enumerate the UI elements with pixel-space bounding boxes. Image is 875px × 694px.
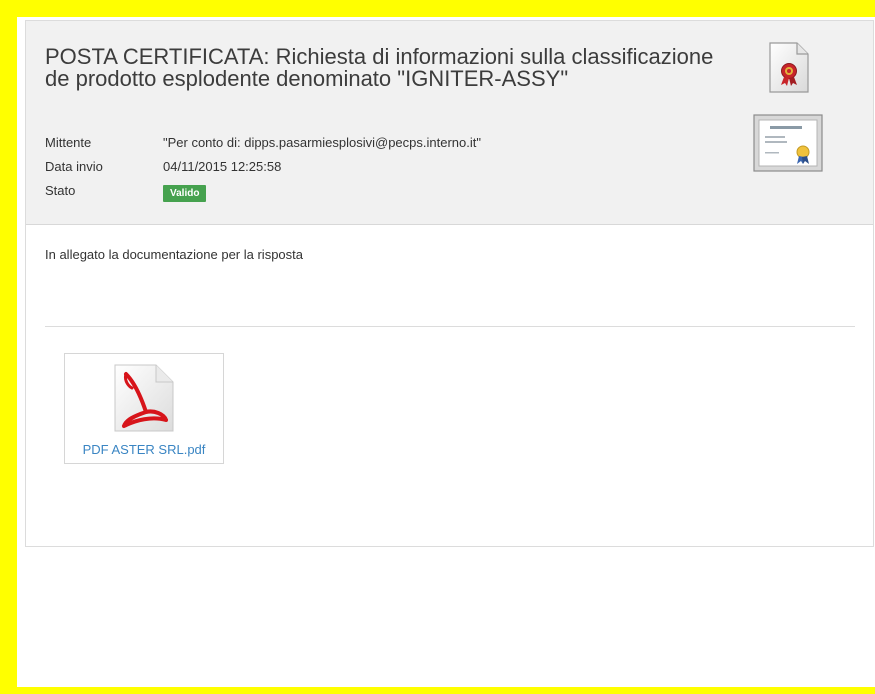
status-badge: Valido — [163, 185, 207, 202]
highlight-border-bottom — [0, 687, 875, 694]
sender-label: Mittente — [45, 135, 92, 150]
status-label: Stato — [45, 183, 76, 198]
message-body: In allegato la documentazione per la ris… — [45, 247, 303, 262]
attachment-item[interactable]: PDF ASTER SRL.pdf — [64, 353, 224, 464]
sender-value: "Per conto di: dipps.pasarmiesplosivi@pe… — [163, 135, 481, 150]
message-card: POSTA CERTIFICATA: Richiesta di informaz… — [25, 20, 874, 547]
date-label: Data invio — [45, 159, 103, 174]
page-frame: POSTA CERTIFICATA: Richiesta di informaz… — [0, 0, 875, 694]
highlight-border-left — [0, 0, 17, 694]
message-header: POSTA CERTIFICATA: Richiesta di informaz… — [26, 21, 873, 225]
message-subject: POSTA CERTIFICATA: Richiesta di informaz… — [45, 44, 714, 91]
frame-gutter — [17, 17, 24, 687]
attachment-link[interactable]: PDF ASTER SRL.pdf — [65, 442, 223, 457]
pdf-file-icon — [112, 362, 176, 434]
attachments-divider — [45, 326, 855, 327]
highlight-border-top — [0, 0, 875, 17]
certificate-icon[interactable] — [753, 114, 823, 172]
date-value: 04/11/2015 12:25:58 — [163, 159, 282, 174]
certified-document-icon[interactable] — [767, 41, 811, 95]
